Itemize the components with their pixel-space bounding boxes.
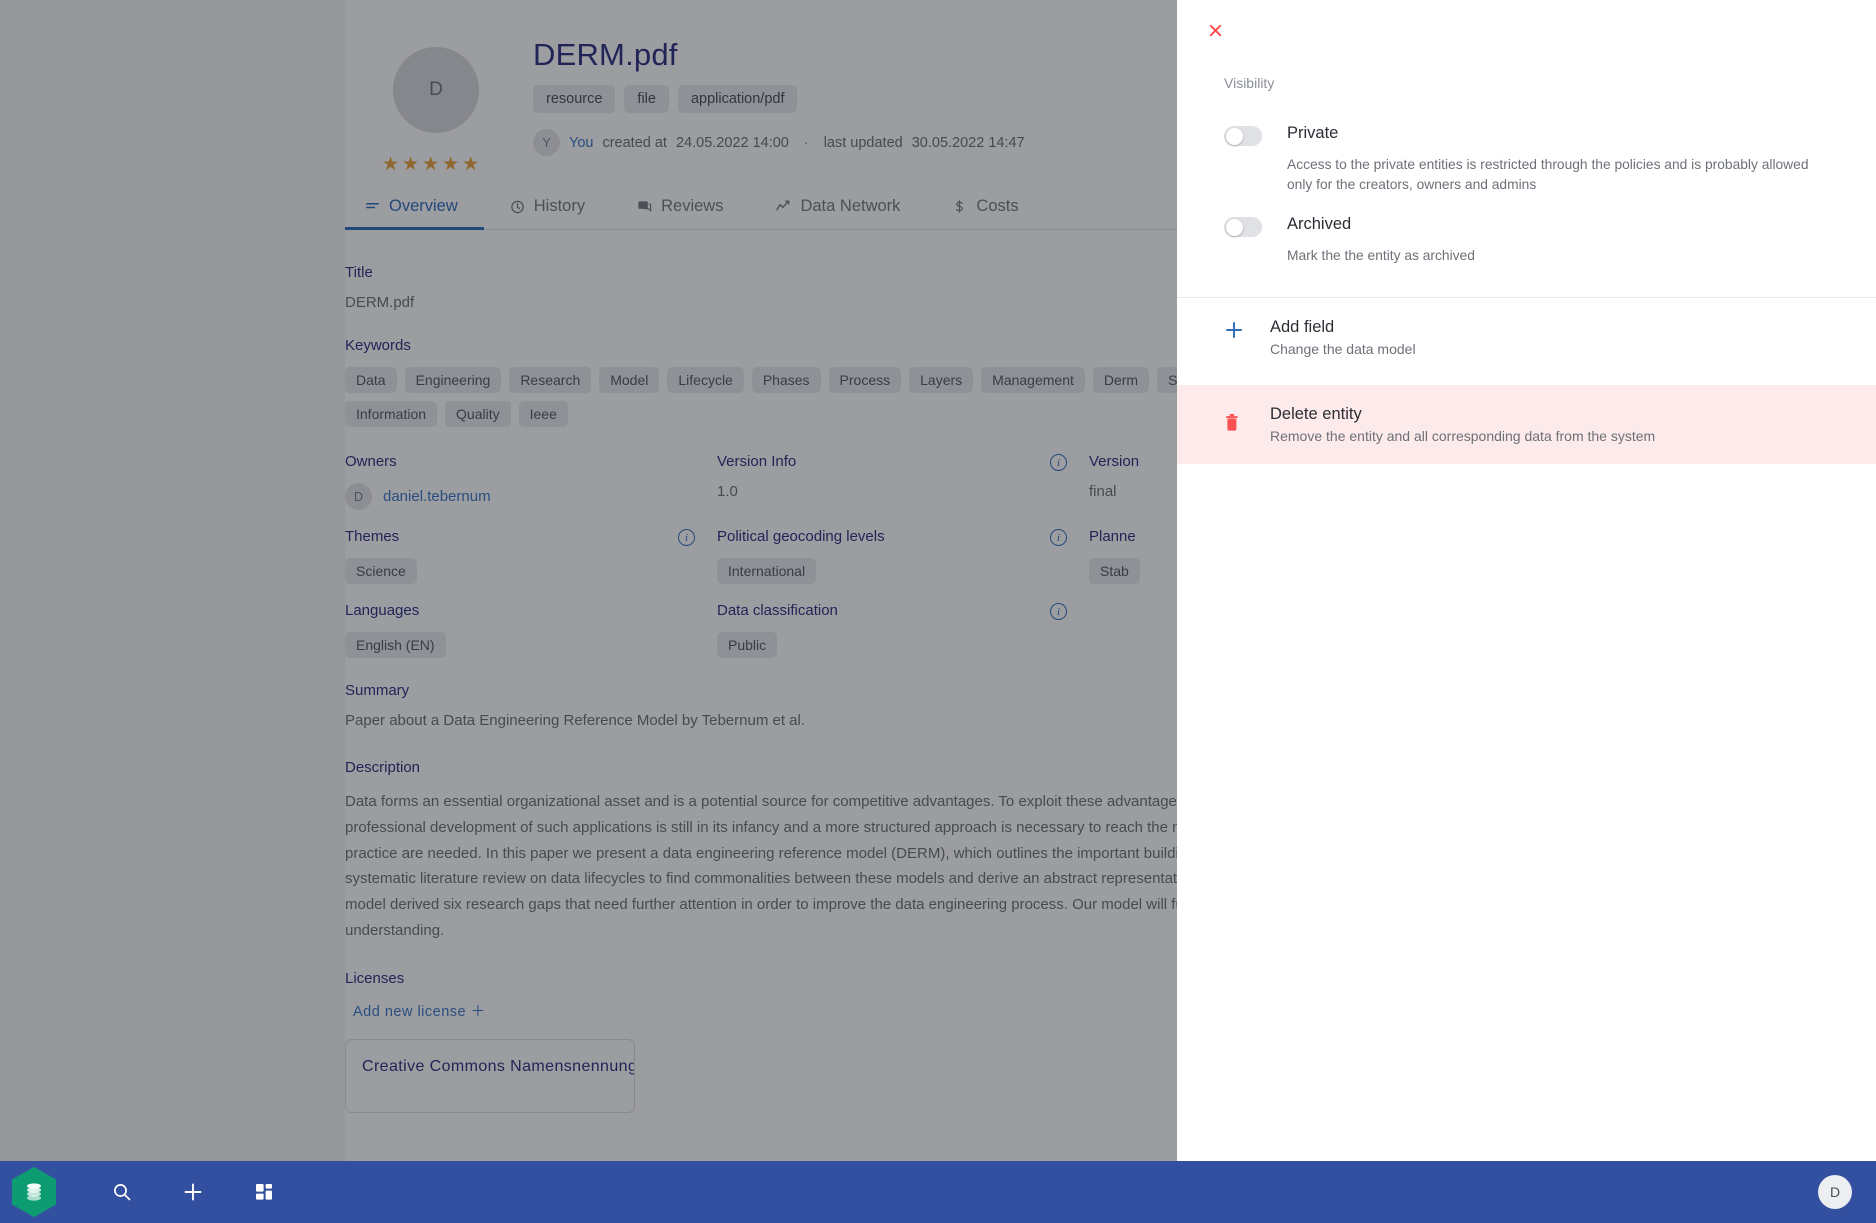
close-icon[interactable] (1199, 14, 1231, 46)
private-toggle-text: Private Access to the private entities i… (1287, 124, 1812, 195)
add-field-text: Add field Change the data model (1270, 318, 1416, 357)
private-toggle-knob (1225, 127, 1243, 145)
add-field-title: Add field (1270, 318, 1335, 336)
toggle-row-archived: Archived Mark the the entity as archived (1224, 215, 1836, 266)
search-icon[interactable] (93, 1161, 151, 1223)
delete-entity-text: Delete entity Remove the entity and all … (1270, 405, 1655, 444)
archived-toggle-knob (1225, 218, 1243, 236)
delete-entity-action[interactable]: Delete entity Remove the entity and all … (1177, 385, 1876, 464)
private-toggle-title: Private (1287, 124, 1339, 142)
private-toggle-description: Access to the private entities is restri… (1287, 157, 1809, 192)
add-field-action[interactable]: Add field Change the data model (1177, 318, 1876, 357)
delete-entity-title: Delete entity (1270, 405, 1362, 423)
apps-icon[interactable] (235, 1161, 293, 1223)
entity-settings-panel: Visibility Private Access to the private… (1177, 0, 1876, 1161)
panel-divider (1177, 297, 1876, 298)
archived-toggle-text: Archived Mark the the entity as archived (1287, 215, 1475, 266)
private-toggle[interactable] (1224, 126, 1262, 146)
delete-entity-subtitle: Remove the entity and all corresponding … (1270, 428, 1656, 444)
visibility-section-label: Visibility (1224, 75, 1275, 91)
user-avatar[interactable]: D (1818, 1175, 1852, 1209)
modal-backdrop[interactable] (0, 0, 1177, 1161)
archived-toggle-description: Mark the the entity as archived (1287, 248, 1475, 263)
archived-toggle[interactable] (1224, 217, 1262, 237)
stack-logo-icon[interactable] (12, 1167, 56, 1217)
toggle-row-private: Private Access to the private entities i… (1224, 124, 1836, 195)
bottom-nav-bar: D (0, 1161, 1876, 1223)
plus-icon[interactable] (164, 1161, 222, 1223)
add-field-subtitle: Change the data model (1270, 341, 1416, 357)
user-avatar-initial: D (1829, 1184, 1841, 1200)
plus-icon (1224, 318, 1270, 345)
archived-toggle-title: Archived (1287, 215, 1352, 233)
trash-icon (1224, 411, 1270, 438)
